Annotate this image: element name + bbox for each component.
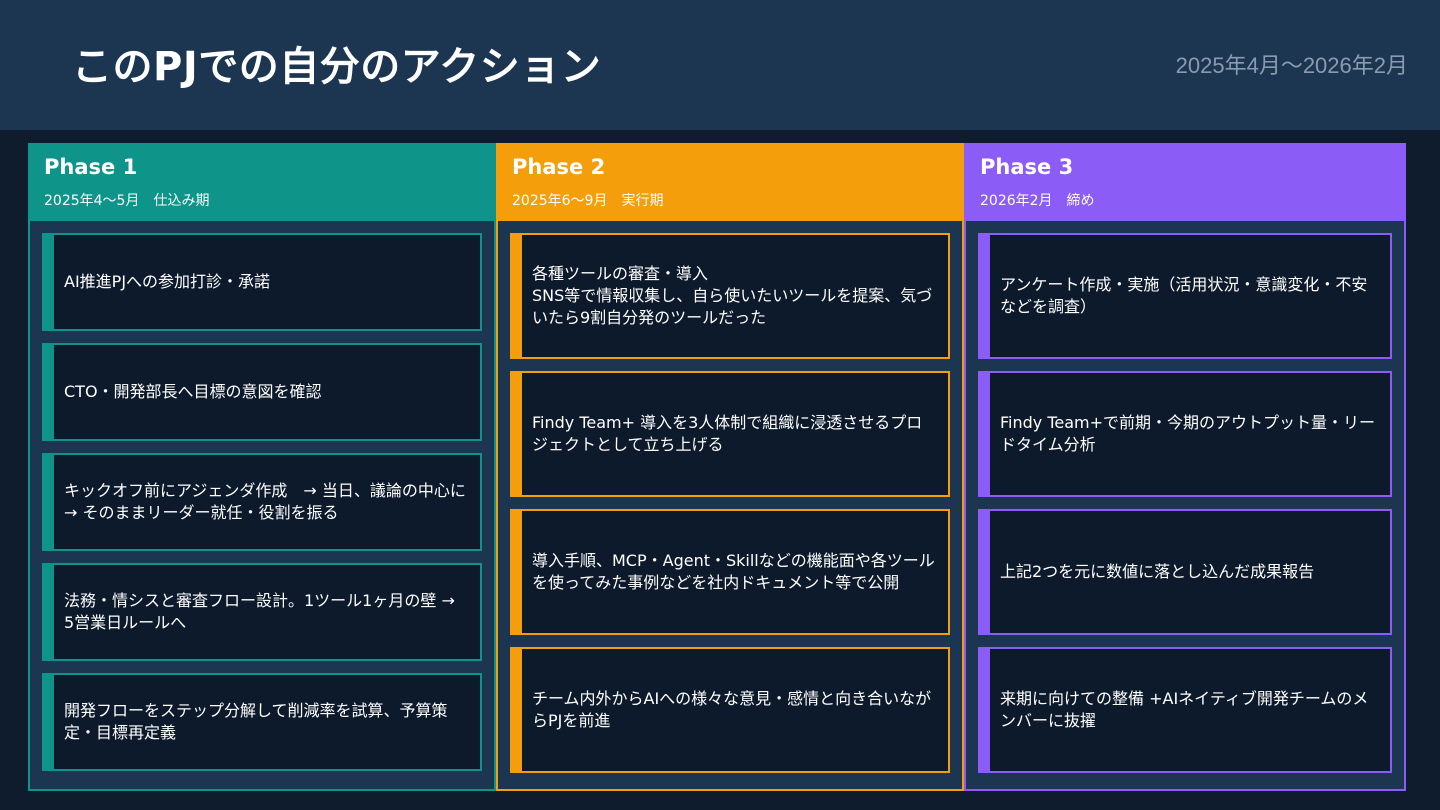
phase-1-card-3-text: キックオフ前にアジェンダ作成 → 当日、議論の中心に → そのままリーダー就任・… [64,481,466,522]
phase-3-card-2: Findy Team+で前期・今期のアウトプット量・リードタイム分析 [978,371,1392,497]
phase-3-card-4-text: 来期に向けての整備 +AIネイティブ開発チームのメンバーに抜擢 [1000,689,1369,730]
phase-1-column: Phase 1 2025年4〜5月 仕込み期 AI推進PJへの参加打診・承諾 C… [28,143,496,791]
phase-2-card-1: 各種ツールの審査・導入 SNS等で情報収集し、自ら使いたいツールを提案、気づいた… [510,233,950,359]
phase-1-card-4: 法務・情シスと審査フロー設計。1ツール1ヶ月の壁 → 5営業日ルールへ [42,563,482,661]
phase-1-card-5: 開発フローをステップ分解して削減率を試算、予算策定・目標再定義 [42,673,482,771]
phase-3-title: Phase 3 [980,155,1074,179]
phase-3-subtitle: 2026年2月 締め [980,193,1095,209]
phase-1-card-5-text: 開発フローをステップ分解して削減率を試算、予算策定・目標再定義 [64,701,448,742]
phase-1-card-1: AI推進PJへの参加打診・承諾 [42,233,482,331]
phase-1-title: Phase 1 [44,155,138,179]
phase-1-card-2-text: CTO・開発部長へ目標の意図を確認 [64,382,322,401]
phase-1-card-3: キックオフ前にアジェンダ作成 → 当日、議論の中心に → そのままリーダー就任・… [42,453,482,551]
phase-3-card-4: 来期に向けての整備 +AIネイティブ開発チームのメンバーに抜擢 [978,647,1392,773]
phase-1-card-1-text: AI推進PJへの参加打診・承諾 [64,272,271,291]
phase-1-header: Phase 1 2025年4〜5月 仕込み期 [30,145,494,221]
phase-3-card-1-text: アンケート作成・実施（活用状況・意識変化・不安などを調査） [1000,275,1368,316]
phase-2-card-1-text: 各種ツールの審査・導入 SNS等で情報収集し、自ら使いたいツールを提案、気づいた… [532,264,933,327]
period-label: 2025年4月〜2026年2月 [1175,53,1408,78]
phase-2-header: Phase 2 2025年6〜9月 実行期 [498,145,962,221]
phase-2-subtitle: 2025年6〜9月 実行期 [512,193,664,209]
phase-1-subtitle: 2025年4〜5月 仕込み期 [44,193,210,209]
phase-3-card-3: 上記2つを元に数値に落とし込んだ成果報告 [978,509,1392,635]
header-bar: このPJでの自分のアクション 2025年4月〜2026年2月 [0,0,1440,130]
phase-2-card-3-text: 導入手順、MCP・Agent・Skillなどの機能面や各ツールを使ってみた事例な… [532,551,935,592]
phase-3-card-1: アンケート作成・実施（活用状況・意識変化・不安などを調査） [978,233,1392,359]
phase-2-card-3: 導入手順、MCP・Agent・Skillなどの機能面や各ツールを使ってみた事例な… [510,509,950,635]
phase-3-column: Phase 3 2026年2月 締め アンケート作成・実施（活用状況・意識変化・… [964,143,1406,791]
phase-3-card-3-text: 上記2つを元に数値に落とし込んだ成果報告 [1000,562,1315,581]
phase-2-column: Phase 2 2025年6〜9月 実行期 各種ツールの審査・導入 SNS等で情… [496,143,964,791]
phase-2-card-2: Findy Team+ 導入を3人体制で組織に浸透させるプロジェクトとして立ち上… [510,371,950,497]
phase-2-card-4-text: チーム内外からAIへの様々な意見・感情と向き合いながらPJを前進 [532,689,932,730]
page-title: このPJでの自分のアクション [72,44,602,90]
phase-2-card-2-text: Findy Team+ 導入を3人体制で組織に浸透させるプロジェクトとして立ち上… [532,413,923,454]
phase-1-card-2: CTO・開発部長へ目標の意図を確認 [42,343,482,441]
phase-2-card-4: チーム内外からAIへの様々な意見・感情と向き合いながらPJを前進 [510,647,950,773]
phase-2-title: Phase 2 [512,155,606,179]
phase-1-card-4-text: 法務・情シスと審査フロー設計。1ツール1ヶ月の壁 → 5営業日ルールへ [64,591,455,632]
phase-3-header: Phase 3 2026年2月 締め [966,145,1404,221]
phase-3-card-2-text: Findy Team+で前期・今期のアウトプット量・リードタイム分析 [1000,413,1376,454]
